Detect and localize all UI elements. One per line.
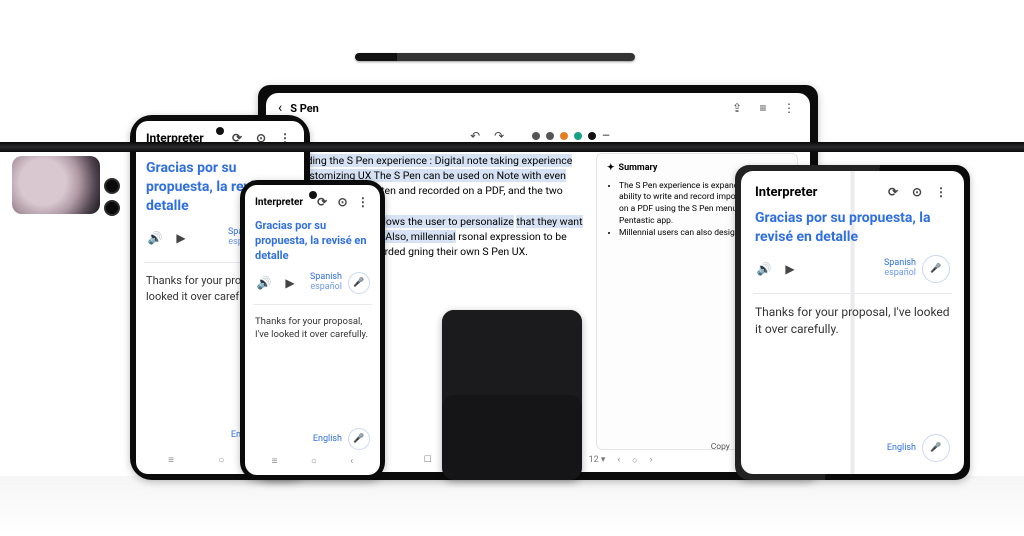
more-icon[interactable]: ⋮ <box>356 193 370 211</box>
copy-button[interactable]: Copy <box>711 442 730 454</box>
tablet-title: S Pen <box>290 102 319 115</box>
sparkle-icon: ✦ <box>607 162 615 175</box>
source-translation: Gracias por su propuesta, la revisé en d… <box>255 219 370 264</box>
settings-icon[interactable]: ⊙ <box>908 183 926 201</box>
interpreter-app: Interpreter ⟳ ⊙ ⋮ Gracias por su propues… <box>245 185 380 475</box>
source-translation: Gracias por su propuesta, la revisé en d… <box>755 209 950 247</box>
more-icon[interactable]: ⋮ <box>932 183 950 201</box>
interpreter-app: Interpreter ⟳ ⊙ ⋮ Gracias por su propues… <box>741 171 964 474</box>
speak-icon[interactable]: 🔊 <box>146 229 164 247</box>
mic-button[interactable]: 🎤 <box>922 434 950 462</box>
history-icon[interactable]: ⟳ <box>315 193 329 211</box>
camera-punch-hole <box>309 191 317 199</box>
s-pen-stylus <box>355 53 635 61</box>
device-lineup: ‹ S Pen ⇪ ≡ ⋮ ↶ ↷ — Expanding the <box>0 60 1024 480</box>
flip-phone-closed <box>442 310 582 480</box>
mic-button[interactable]: 🎤 <box>348 428 370 450</box>
target-lang[interactable]: English <box>313 434 342 444</box>
settings-icon[interactable]: ⊙ <box>335 193 349 211</box>
note-line: gning their own S Pen UX. <box>408 245 528 258</box>
target-translation: Thanks for your proposal, I've looked it… <box>755 304 950 339</box>
palette-more[interactable]: — <box>602 131 610 142</box>
surface-reflection <box>0 476 1024 536</box>
share-icon[interactable]: ⇪ <box>728 99 746 117</box>
summary-title: Summary <box>619 162 658 175</box>
divider <box>253 304 372 305</box>
source-lang-native: español <box>884 269 916 279</box>
color-orange[interactable] <box>560 132 568 140</box>
play-icon[interactable]: ▶ <box>781 260 799 278</box>
target-translation: Thanks for your proposal, I've looked it… <box>255 315 370 343</box>
play-icon[interactable]: ▶ <box>281 274 299 292</box>
more-icon[interactable]: ⋮ <box>780 99 798 117</box>
app-title: Interpreter <box>755 185 817 200</box>
divider <box>753 293 952 294</box>
foldable-device: Interpreter ⟳ ⊙ ⋮ Gracias por su propues… <box>735 165 970 480</box>
mic-button[interactable]: 🎤 <box>348 272 370 294</box>
mic-button[interactable]: 🎤 <box>922 255 950 283</box>
color-black[interactable] <box>588 132 596 140</box>
tablet-header: ‹ S Pen ⇪ ≡ ⋮ <box>266 93 810 123</box>
camera-punch-hole <box>216 127 224 135</box>
back-icon[interactable]: ‹ <box>278 100 282 116</box>
color-cyan[interactable] <box>574 132 582 140</box>
menu-icon[interactable]: ≡ <box>754 99 772 117</box>
target-lang[interactable]: English <box>887 443 916 453</box>
speak-icon[interactable]: 🔊 <box>755 260 773 278</box>
speak-icon[interactable]: 🔊 <box>255 274 273 292</box>
history-icon[interactable]: ⟳ <box>884 183 902 201</box>
play-icon[interactable]: ▶ <box>172 229 190 247</box>
phone-small: Interpreter ⟳ ⊙ ⋮ Gracias por su propues… <box>240 180 385 480</box>
color-grey[interactable] <box>532 132 540 140</box>
android-nav[interactable]: ≡○‹ <box>255 450 370 467</box>
source-lang-native: español <box>310 283 342 293</box>
app-title: Interpreter <box>255 197 303 208</box>
color-grey-2[interactable] <box>546 132 554 140</box>
